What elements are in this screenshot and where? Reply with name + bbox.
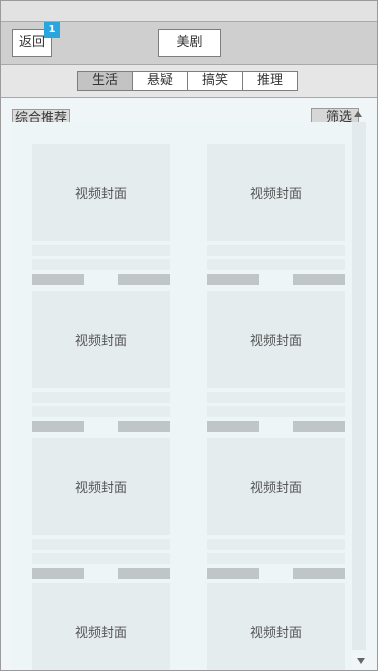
video-card[interactable]: 视频封面 <box>32 144 170 285</box>
video-grid: 视频封面 视频封面 视频封面 视频封面 视频封面 视频封面 视频封面 视频封面 <box>12 122 352 670</box>
meta-left-placeholder <box>32 421 84 432</box>
tab-mystery[interactable]: 推理 <box>242 72 297 90</box>
video-card[interactable]: 视频封面 <box>32 583 170 670</box>
video-card[interactable]: 视频封面 <box>207 438 345 579</box>
scroll-up-arrow-icon[interactable] <box>354 111 362 117</box>
video-cover[interactable]: 视频封面 <box>207 583 345 670</box>
meta-left-placeholder <box>32 568 84 579</box>
video-meta <box>32 421 170 432</box>
video-card[interactable]: 视频封面 <box>207 144 345 285</box>
video-cover[interactable]: 视频封面 <box>32 583 170 670</box>
meta-left-placeholder <box>207 568 259 579</box>
app-frame: 返回 1 美剧 生活 悬疑 搞笑 推理 综合推荐 筛选 视频封面 视频封面 视频… <box>0 0 378 671</box>
video-cover[interactable]: 视频封面 <box>32 438 170 535</box>
tab-life[interactable]: 生活 <box>78 72 132 90</box>
video-cover[interactable]: 视频封面 <box>207 291 345 388</box>
video-card[interactable]: 视频封面 <box>32 291 170 432</box>
video-meta <box>207 568 345 579</box>
meta-right-placeholder <box>293 421 345 432</box>
scroll-down-arrow-icon[interactable] <box>357 658 365 664</box>
notification-badge: 1 <box>44 22 60 38</box>
video-title-placeholder <box>32 539 170 550</box>
video-cover[interactable]: 视频封面 <box>207 438 345 535</box>
video-title-placeholder <box>32 392 170 403</box>
header-bar: 返回 1 美剧 <box>1 22 377 65</box>
video-cover[interactable]: 视频封面 <box>32 144 170 241</box>
tab-suspense[interactable]: 悬疑 <box>132 72 187 90</box>
scrollbar[interactable] <box>351 122 366 650</box>
meta-right-placeholder <box>118 274 170 285</box>
video-subtitle-placeholder <box>32 406 170 417</box>
video-title-placeholder <box>207 539 345 550</box>
meta-left-placeholder <box>32 274 84 285</box>
video-meta <box>207 421 345 432</box>
video-subtitle-placeholder <box>32 553 170 564</box>
video-meta <box>32 274 170 285</box>
video-subtitle-placeholder <box>32 259 170 270</box>
video-meta <box>207 274 345 285</box>
category-tab-bar: 生活 悬疑 搞笑 推理 <box>1 65 377 98</box>
video-card[interactable]: 视频封面 <box>207 291 345 432</box>
video-subtitle-placeholder <box>207 406 345 417</box>
video-title-placeholder <box>32 245 170 256</box>
video-title-placeholder <box>207 245 345 256</box>
video-meta <box>32 568 170 579</box>
video-card[interactable]: 视频封面 <box>32 438 170 579</box>
meta-right-placeholder <box>293 274 345 285</box>
meta-left-placeholder <box>207 421 259 432</box>
status-strip <box>1 1 377 22</box>
video-subtitle-placeholder <box>207 259 345 270</box>
video-card[interactable]: 视频封面 <box>207 583 345 670</box>
video-cover[interactable]: 视频封面 <box>207 144 345 241</box>
meta-right-placeholder <box>293 568 345 579</box>
meta-right-placeholder <box>118 421 170 432</box>
page-title: 美剧 <box>158 29 221 57</box>
category-tabs: 生活 悬疑 搞笑 推理 <box>77 71 298 91</box>
meta-right-placeholder <box>118 568 170 579</box>
meta-left-placeholder <box>207 274 259 285</box>
video-title-placeholder <box>207 392 345 403</box>
video-subtitle-placeholder <box>207 553 345 564</box>
content-area: 综合推荐 筛选 视频封面 视频封面 视频封面 视频封面 视频封面 视频封面 视频… <box>1 98 377 670</box>
video-cover[interactable]: 视频封面 <box>32 291 170 388</box>
tab-comedy[interactable]: 搞笑 <box>187 72 242 90</box>
